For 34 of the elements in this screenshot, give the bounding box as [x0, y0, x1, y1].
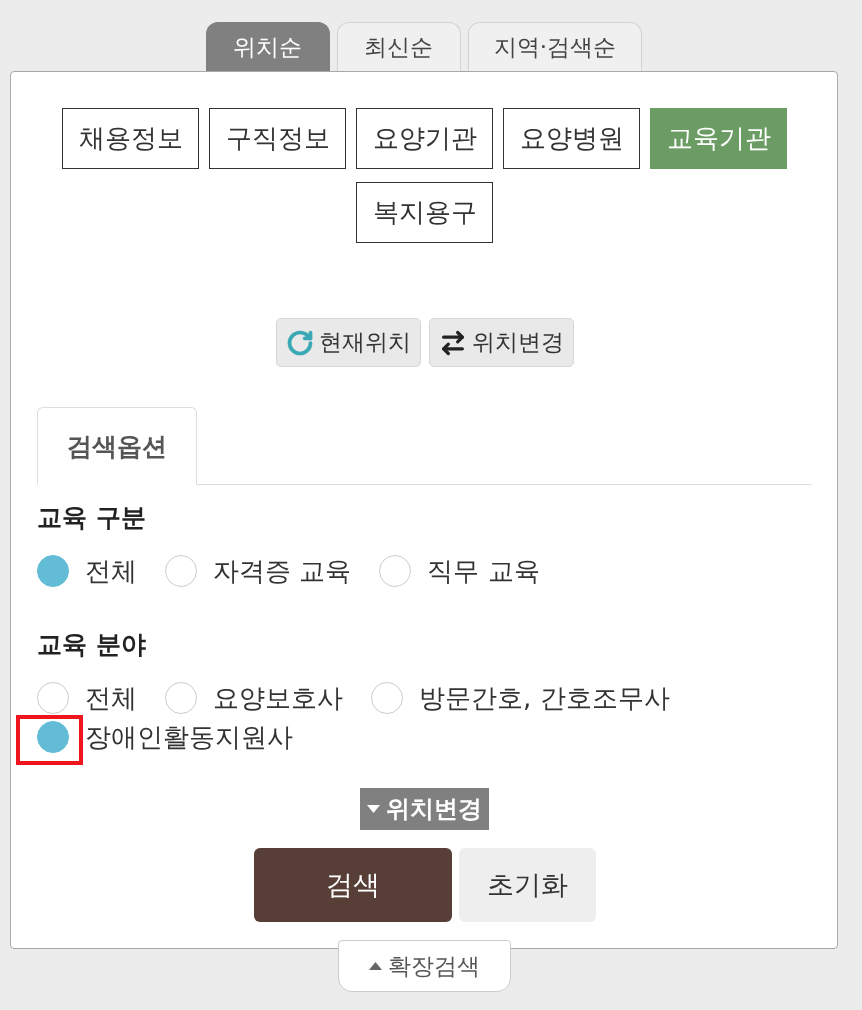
option-label: 직무 교육 — [427, 555, 540, 587]
caret-down-icon — [367, 805, 380, 813]
category-button[interactable]: 구직정보 — [209, 108, 346, 169]
option-label: 장애인활동지원사 — [85, 721, 293, 753]
radio-button[interactable] — [371, 682, 403, 714]
radio-button[interactable] — [165, 682, 197, 714]
sort-tab[interactable]: 최신순 — [336, 22, 461, 71]
current-location-button[interactable]: 현재위치 — [275, 318, 421, 367]
caret-up-icon — [368, 962, 382, 970]
sort-tab[interactable]: 위치순 — [205, 22, 330, 71]
category-button[interactable]: 채용정보 — [62, 108, 199, 169]
category-button[interactable]: 요양기관 — [356, 108, 493, 169]
radio-button[interactable] — [379, 555, 412, 587]
radio-button[interactable] — [37, 555, 69, 587]
radio-button[interactable] — [37, 682, 69, 714]
location-toggle-button[interactable]: 위치변경 — [360, 788, 489, 830]
options-tab[interactable]: 검색옵션 — [37, 407, 197, 485]
radio-button[interactable] — [37, 721, 69, 753]
option-label: 전체 — [85, 682, 137, 714]
sort-tab[interactable]: 지역·검색순 — [467, 22, 643, 71]
option-label: 요양보호사 — [213, 682, 343, 714]
category-button[interactable]: 요양병원 — [503, 108, 640, 169]
radio-button[interactable] — [165, 555, 197, 587]
section-heading: 교육 분야 — [37, 629, 147, 661]
category-button[interactable]: 복지용구 — [356, 182, 493, 243]
option-label: 방문간호, 간호조무사 — [419, 682, 670, 714]
option-label: 자격증 교육 — [213, 555, 352, 587]
refresh-icon — [285, 328, 314, 357]
reset-button[interactable]: 초기화 — [458, 848, 596, 922]
section-heading: 교육 구분 — [37, 502, 147, 534]
change-location-button[interactable]: 위치변경 — [428, 318, 574, 367]
search-button[interactable]: 검색 — [253, 848, 452, 922]
expand-search-tab[interactable]: 확장검색 — [337, 940, 511, 992]
option-label: 전체 — [85, 555, 137, 587]
